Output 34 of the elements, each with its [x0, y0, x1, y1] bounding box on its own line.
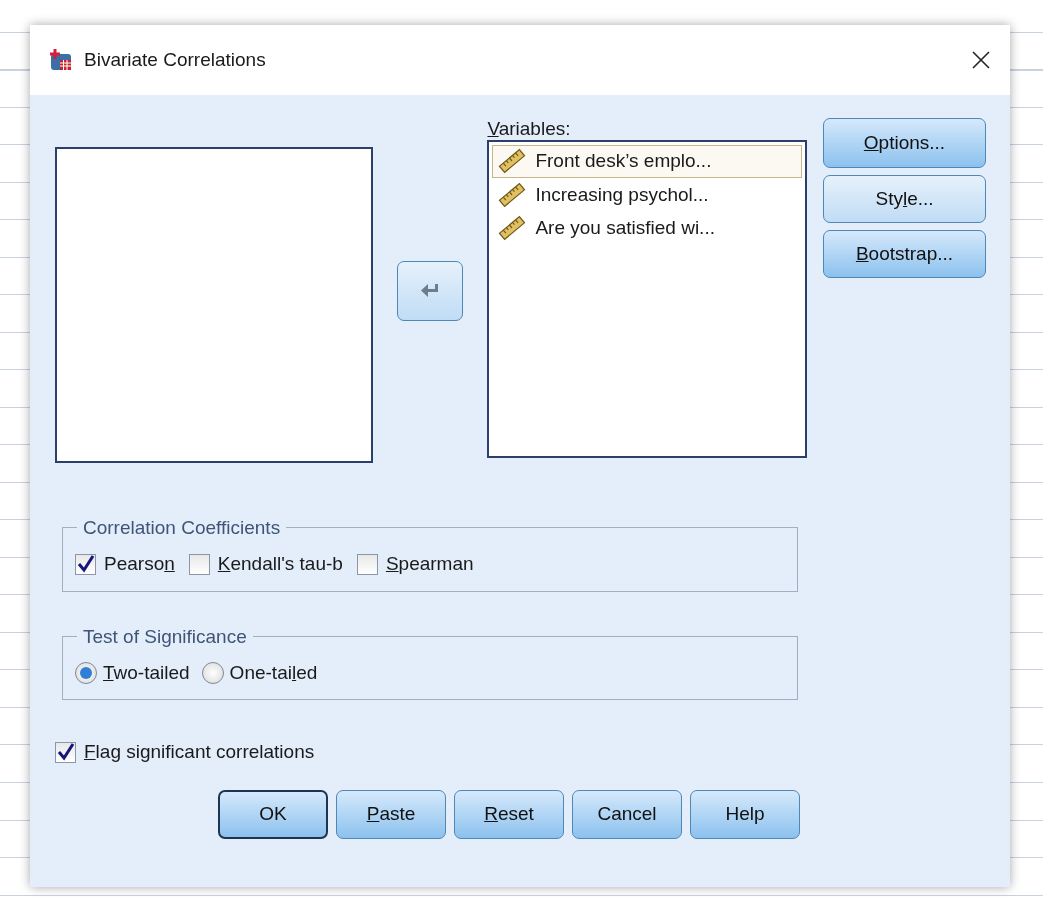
checkbox[interactable]: [55, 741, 76, 763]
radio-button[interactable]: [75, 661, 97, 684]
dialog-button[interactable]: Options...: [823, 118, 986, 168]
move-button[interactable]: [397, 260, 463, 321]
variable-name: Are you satisfied wi...: [535, 216, 715, 240]
radio-button[interactable]: [201, 661, 224, 684]
variable-item[interactable]: Front desk’s emplo...: [492, 145, 802, 178]
dialog-button[interactable]: Style...: [823, 175, 986, 223]
variables-label: Variables:: [487, 117, 572, 140]
arrow-icon: [420, 282, 440, 299]
dialog-button[interactable]: OK: [218, 789, 328, 839]
checkbox[interactable]: [75, 553, 96, 575]
dialog-button[interactable]: Reset: [454, 789, 564, 839]
checkbox-label: Flag significant correlations: [84, 740, 315, 764]
checkbox[interactable]: [356, 553, 378, 575]
source-list[interactable]: [55, 147, 373, 463]
checkbox-label: Kendall's tau-b: [217, 552, 343, 576]
window-title: Bivariate Correlations: [84, 47, 267, 72]
checkbox-label: Spearman: [385, 552, 474, 576]
variable-name: Increasing psychol...: [535, 182, 709, 207]
variable-item[interactable]: Increasing psychol...: [492, 178, 802, 211]
dialog-button[interactable]: Bootstrap...: [823, 230, 986, 278]
dialog-button[interactable]: Cancel: [572, 789, 682, 839]
dialog-button[interactable]: Help: [690, 789, 800, 839]
app-icon: [48, 47, 74, 73]
variable-name: Front desk’s emplo...: [535, 149, 712, 173]
variables-list[interactable]: Front desk’s emplo... Increasing psychol... Are you satisfied wi...: [487, 140, 807, 458]
checkbox-label: Pearson: [104, 552, 175, 576]
radio-label: One-tailed: [229, 660, 318, 685]
radio-label: Two-tailed: [103, 660, 190, 685]
dialog-button[interactable]: Paste: [336, 789, 446, 839]
close-icon[interactable]: [972, 51, 990, 69]
variable-item[interactable]: Are you satisfied wi...: [492, 212, 802, 245]
checkbox[interactable]: [188, 553, 210, 575]
